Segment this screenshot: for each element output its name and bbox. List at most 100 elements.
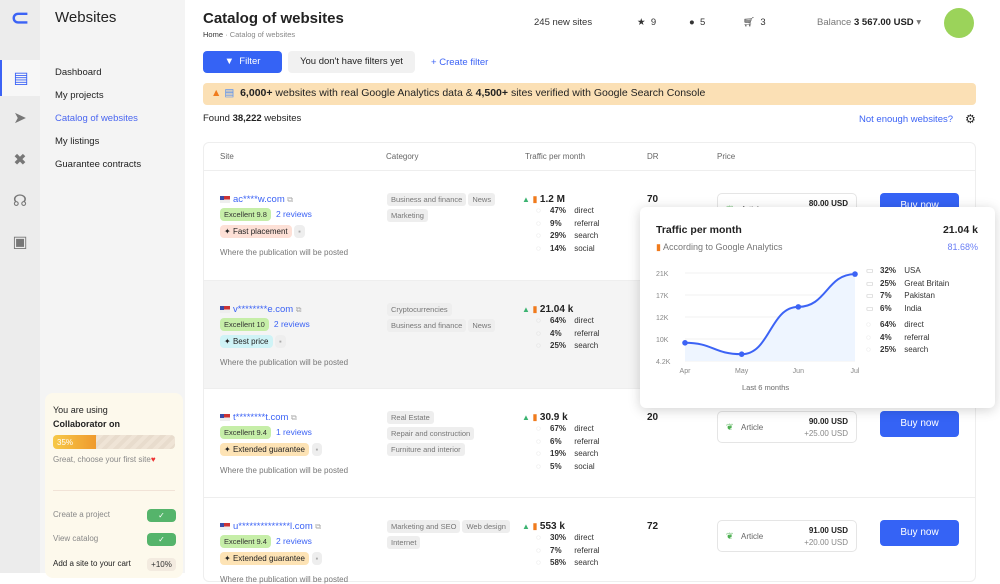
- source-icon: ◌: [536, 243, 541, 253]
- step-create-project[interactable]: Create a project: [53, 510, 110, 519]
- buy-now-button[interactable]: Buy now: [880, 411, 959, 437]
- nav-dashboard[interactable]: Dashboard: [55, 67, 101, 78]
- source-label: referral: [904, 332, 930, 342]
- support-icon[interactable]: ☊: [0, 183, 40, 219]
- feature-icon: ✦: [224, 227, 231, 236]
- external-link-icon[interactable]: ⧉: [287, 195, 293, 204]
- site-domain-link[interactable]: u**************l.com: [233, 521, 313, 532]
- category-tag[interactable]: Web design: [462, 520, 510, 533]
- traffic-value: 1.2 M: [539, 194, 565, 205]
- source-label: referral: [574, 436, 600, 446]
- source-label: social: [574, 461, 595, 471]
- source-icon: ◌: [536, 328, 541, 338]
- help-icon[interactable]: ▣: [0, 224, 40, 260]
- traffic-source: ◌ 67% direct: [522, 423, 600, 436]
- balance-dropdown[interactable]: Balance 3 567.00 USD ▾: [817, 17, 921, 28]
- nav-my-projects[interactable]: My projects: [55, 90, 104, 101]
- logo-icon[interactable]: ⊂: [0, 0, 40, 36]
- breadcrumb: Home · Catalog of websites: [203, 30, 296, 39]
- traffic-source: ◌ 9% referral: [522, 218, 600, 231]
- col-dr[interactable]: DR: [647, 152, 659, 161]
- favorites-button[interactable]: ★ 9: [637, 17, 656, 28]
- source-percent: 29%: [550, 231, 567, 240]
- comment-icon[interactable]: ▪: [294, 225, 305, 238]
- saved-filters[interactable]: You don't have filters yet: [288, 51, 415, 73]
- category-tag[interactable]: Cryptocurrencies: [387, 303, 452, 316]
- where-posted-link[interactable]: Where the publication will be posted: [220, 575, 348, 584]
- reviews-link[interactable]: 2 reviews: [276, 536, 312, 546]
- nav-catalog[interactable]: Catalog of websites: [55, 113, 138, 124]
- send-icon[interactable]: ➤: [0, 100, 40, 136]
- y-tick-label: 10K: [656, 337, 669, 344]
- where-posted-link[interactable]: Where the publication will be posted: [220, 358, 348, 367]
- create-filter-link[interactable]: + Create filter: [431, 57, 488, 68]
- banner-count-a: 6,000+: [240, 87, 273, 99]
- reviews-link[interactable]: 1 reviews: [276, 427, 312, 437]
- traffic-value: 30.9 k: [539, 412, 568, 423]
- source-label: search: [574, 449, 599, 458]
- tools-icon[interactable]: ✖: [0, 142, 40, 178]
- comment-icon[interactable]: ▪: [275, 335, 286, 348]
- external-link-icon[interactable]: ⧉: [291, 413, 297, 422]
- data-point: [795, 304, 802, 310]
- category-tag[interactable]: Repair and construction: [387, 427, 475, 440]
- site-domain-link[interactable]: ac****w.com: [233, 194, 285, 205]
- source-percent: 64%: [880, 320, 897, 329]
- content-type: Article: [741, 532, 764, 541]
- new-sites-link[interactable]: 245 new sites: [534, 17, 592, 28]
- rating-badge: Excellent 9.4: [220, 426, 271, 439]
- col-site[interactable]: Site: [220, 152, 234, 161]
- filter-button[interactable]: ▼ Filter: [203, 51, 282, 73]
- price-option[interactable]: ❦ Article 91.00 USD +20.00 USD: [717, 520, 857, 552]
- category-tag[interactable]: News: [468, 319, 496, 332]
- buy-now-button[interactable]: Buy now: [880, 520, 959, 546]
- col-category[interactable]: Category: [386, 152, 418, 161]
- where-posted-link[interactable]: Where the publication will be posted: [220, 248, 348, 257]
- feature-badge: ✦ Extended guarantee: [220, 443, 309, 456]
- where-posted-link[interactable]: Where the publication will be posted: [220, 466, 348, 475]
- category-tag[interactable]: Business and finance: [387, 193, 467, 206]
- category-tag[interactable]: Internet: [387, 536, 421, 549]
- category-tag[interactable]: Marketing and SEO: [387, 520, 461, 533]
- traffic-cell[interactable]: ▲ ▮ 553 k ◌ 30% direct ◌ 7% referral ◌ 58% se…: [522, 521, 600, 570]
- comment-icon[interactable]: ▪: [311, 552, 323, 565]
- col-price[interactable]: Price: [717, 152, 735, 161]
- source-icon: ◌: [536, 231, 541, 240]
- reviews-link[interactable]: 2 reviews: [274, 319, 310, 329]
- data-point: [682, 339, 688, 346]
- external-link-icon[interactable]: ⧉: [296, 305, 302, 314]
- reviews-link[interactable]: 2 reviews: [276, 209, 312, 219]
- settings-gear-icon[interactable]: ⚙: [965, 112, 976, 126]
- price-option[interactable]: ❦ Article 90.00 USD +25.00 USD: [717, 411, 857, 443]
- category-tag[interactable]: Business and finance: [387, 319, 467, 332]
- messages-button[interactable]: ● 5: [689, 17, 705, 28]
- dr-value: 20: [647, 412, 659, 423]
- check-icon: ✓: [147, 533, 176, 546]
- cart-button[interactable]: 🛒︎ 3: [743, 17, 766, 28]
- comment-icon[interactable]: ▪: [311, 443, 323, 456]
- col-traffic[interactable]: Traffic per month: [525, 152, 585, 161]
- traffic-cell[interactable]: ▲ ▮ 21.04 k ◌ 64% direct ◌ 4% referral ◌ 25% …: [522, 304, 600, 353]
- category-tag[interactable]: Marketing: [387, 209, 428, 222]
- site-cell: v********e.com ⧉ Excellent 10 2 reviews ✦…: [220, 304, 348, 367]
- site-domain-link[interactable]: t********t.com: [233, 412, 288, 423]
- rating-badge: Excellent 10: [220, 318, 269, 331]
- check-icon: ✓: [147, 509, 176, 522]
- breadcrumb-home[interactable]: Home: [203, 30, 223, 39]
- traffic-cell[interactable]: ▲ ▮ 30.9 k ◌ 67% direct ◌ 6% referral ◌ 19% s…: [522, 412, 600, 473]
- source-icon: ◌: [866, 345, 871, 354]
- site-domain-link[interactable]: v********e.com: [233, 304, 293, 315]
- step-add-to-cart[interactable]: Add a site to your cart: [53, 559, 131, 568]
- external-link-icon[interactable]: ⧉: [315, 522, 321, 531]
- category-tag[interactable]: Real Estate: [387, 411, 434, 424]
- catalog-icon[interactable]: ▤: [0, 60, 40, 96]
- source-label: referral: [574, 545, 600, 555]
- avatar[interactable]: [944, 8, 974, 38]
- step-view-catalog[interactable]: View catalog: [53, 534, 98, 543]
- nav-guarantee-contracts[interactable]: Guarantee contracts: [55, 159, 141, 170]
- traffic-cell[interactable]: ▲ ▮ 1.2 M ◌ 47% direct ◌ 9% referral ◌ 29% se…: [522, 194, 600, 255]
- category-tag[interactable]: News: [468, 193, 496, 206]
- category-tag[interactable]: Furniture and interior: [387, 443, 465, 456]
- nav-my-listings[interactable]: My listings: [55, 136, 99, 147]
- not-enough-link[interactable]: Not enough websites?: [859, 114, 953, 125]
